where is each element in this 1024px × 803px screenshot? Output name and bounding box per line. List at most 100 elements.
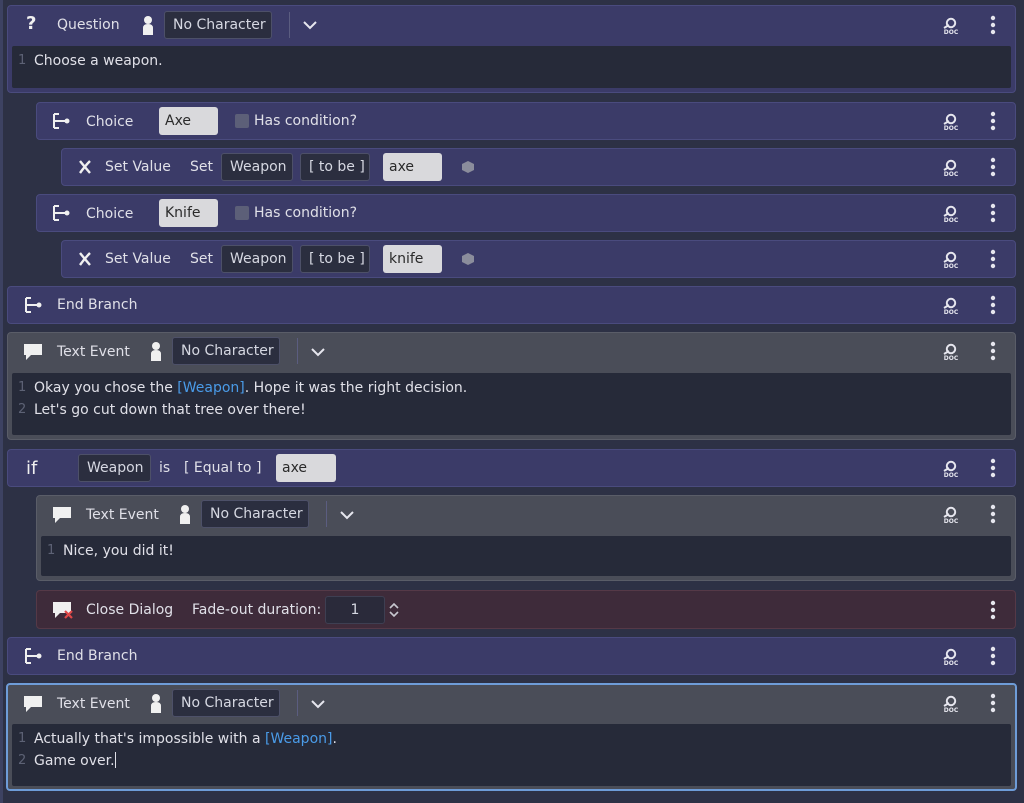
header-separator (297, 690, 298, 716)
chevron-down-icon[interactable] (303, 20, 317, 30)
variable-selector[interactable]: Weapon (78, 454, 151, 482)
choice-text-input[interactable]: Knife (159, 199, 218, 227)
doc-icon[interactable] (942, 297, 960, 315)
doc-icon[interactable] (942, 251, 960, 269)
more-options-icon[interactable] (990, 15, 996, 35)
set-label: Set (190, 251, 213, 267)
character-icon (150, 341, 162, 361)
editor-line: 2 Let's go cut down that tree over there… (18, 401, 306, 419)
end-branch-event[interactable]: End Branch (7, 637, 1016, 675)
end-branch-icon (23, 648, 43, 664)
character-icon (142, 15, 154, 35)
set-label: Set (190, 159, 213, 175)
is-label: is (159, 460, 171, 476)
condition-checkbox[interactable] (235, 206, 249, 220)
line-text: . (332, 731, 337, 747)
choice-event-axe[interactable]: Choice Axe Has condition? (36, 102, 1016, 140)
close-dialog-icon (52, 601, 74, 619)
event-title: Choice (86, 206, 134, 222)
operator-selector[interactable]: [ Equal to ] (184, 459, 261, 477)
chevron-down-icon[interactable] (311, 699, 325, 709)
speech-bubble-icon (23, 695, 43, 713)
value-input[interactable]: axe (383, 153, 442, 181)
end-branch-event[interactable]: End Branch (7, 286, 1016, 324)
doc-icon[interactable] (942, 343, 960, 361)
value-input[interactable]: knife (383, 245, 442, 273)
more-options-icon[interactable] (990, 458, 996, 478)
event-title: End Branch (57, 297, 138, 313)
more-options-icon[interactable] (990, 646, 996, 666)
condition-event[interactable]: if Weapon is [ Equal to ] axe (7, 449, 1016, 487)
event-title: Text Event (57, 344, 130, 360)
event-title: Set Value (105, 251, 171, 267)
event-title: Text Event (57, 696, 130, 712)
fade-duration-label: Fade-out duration: (192, 602, 322, 618)
set-value-event-knife[interactable]: Set Value Set Weapon [ to be ] knife (61, 240, 1016, 278)
condition-checkbox[interactable] (235, 114, 249, 128)
text-cursor (114, 752, 116, 768)
choice-event-knife[interactable]: Choice Knife Has condition? (36, 194, 1016, 232)
character-selector[interactable]: No Character (164, 11, 272, 39)
text-event[interactable]: Text Event No Character 1 Nice, you did … (36, 495, 1016, 581)
more-options-icon[interactable] (990, 504, 996, 524)
fade-duration-input[interactable]: 1 (325, 596, 385, 624)
line-text: . Hope it was the right decision. (244, 380, 468, 396)
variable-x-icon (78, 252, 92, 266)
doc-icon[interactable] (942, 113, 960, 131)
if-keyword: if (26, 458, 38, 479)
doc-icon[interactable] (942, 695, 960, 713)
character-selector[interactable]: No Character (201, 500, 309, 528)
line-number: 1 (18, 380, 27, 395)
text-editor[interactable]: 1 Actually that's impossible with a [Wea… (12, 724, 1011, 786)
line-number: 1 (18, 53, 27, 68)
line-text: Okay you chose the (34, 380, 178, 396)
cube-icon[interactable] (461, 252, 475, 266)
chevron-down-icon[interactable] (311, 347, 325, 357)
choice-text-input[interactable]: Axe (159, 107, 218, 135)
character-icon (150, 693, 162, 713)
variable-selector[interactable]: Weapon (221, 245, 293, 273)
character-selector[interactable]: No Character (172, 337, 280, 365)
variable-selector[interactable]: Weapon (221, 153, 293, 181)
doc-icon[interactable] (942, 17, 960, 35)
chevron-down-icon[interactable] (340, 510, 354, 520)
condition-label: Has condition? (254, 205, 358, 221)
text-editor[interactable]: 1 Okay you chose the [Weapon]. Hope it w… (12, 373, 1011, 435)
character-selector[interactable]: No Character (172, 689, 280, 717)
text-event-selected[interactable]: Text Event No Character 1 Actually that'… (6, 683, 1017, 791)
question-text-editor[interactable]: 1 Choose a weapon. (12, 46, 1011, 88)
line-number: 1 (18, 731, 27, 746)
event-title: Text Event (86, 507, 159, 523)
header-separator (289, 12, 290, 38)
spinner-arrows-icon[interactable] (389, 602, 399, 618)
operation-selector[interactable]: [ to be ] (300, 245, 370, 273)
doc-icon[interactable] (942, 506, 960, 524)
cube-icon[interactable] (461, 160, 475, 174)
doc-icon[interactable] (942, 648, 960, 666)
text-editor[interactable]: 1 Nice, you did it! (41, 536, 1011, 576)
more-options-icon[interactable] (990, 157, 996, 177)
doc-icon[interactable] (942, 205, 960, 223)
more-options-icon[interactable] (990, 111, 996, 131)
more-options-icon[interactable] (990, 203, 996, 223)
more-options-icon[interactable] (990, 600, 996, 620)
value-input[interactable]: axe (276, 454, 336, 482)
speech-bubble-icon (52, 506, 72, 524)
question-header: ? Question No Character (8, 6, 1015, 40)
text-event[interactable]: Text Event No Character 1 Okay you chose… (7, 332, 1016, 440)
doc-icon[interactable] (942, 159, 960, 177)
event-title: Set Value (105, 159, 171, 175)
choice-branch-icon (51, 113, 71, 129)
operation-selector[interactable]: [ to be ] (300, 153, 370, 181)
more-options-icon[interactable] (990, 341, 996, 361)
line-text: Nice, you did it! (63, 543, 174, 559)
set-value-event-axe[interactable]: Set Value Set Weapon [ to be ] axe (61, 148, 1016, 186)
variable-tag: [Weapon] (177, 380, 245, 396)
more-options-icon[interactable] (990, 249, 996, 269)
question-event[interactable]: ? Question No Character 1 Choose a weapo… (7, 5, 1016, 93)
doc-icon[interactable] (942, 460, 960, 478)
more-options-icon[interactable] (990, 295, 996, 315)
close-dialog-event[interactable]: Close Dialog Fade-out duration: 1 (36, 590, 1016, 629)
more-options-icon[interactable] (990, 693, 996, 713)
timeline-edge (0, 0, 3, 803)
